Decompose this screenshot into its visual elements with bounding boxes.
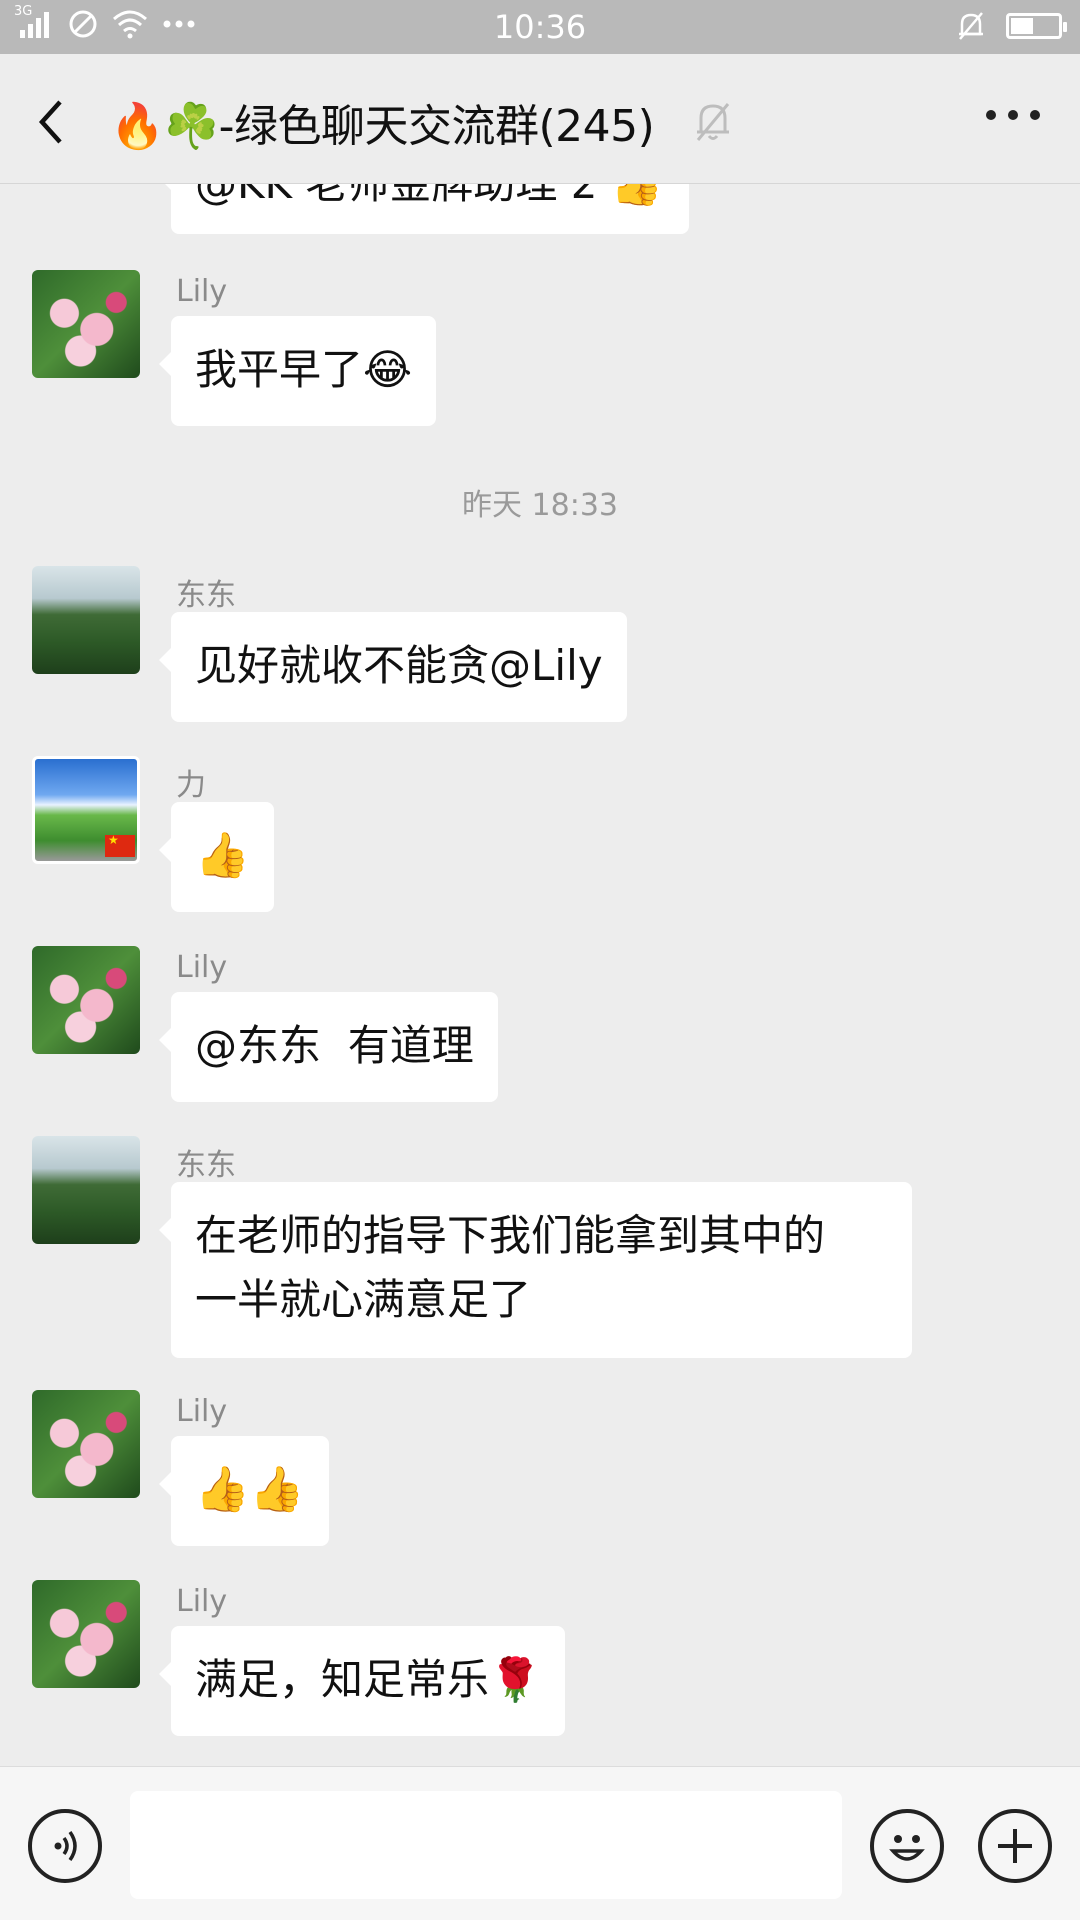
message-bubble[interactable]: 在老师的指导下我们能拿到其中的 一半就心满意足了 xyxy=(159,1182,912,1358)
message-bubble[interactable]: @东东 有道理 xyxy=(159,992,498,1102)
avatar[interactable] xyxy=(32,1390,140,1498)
avatar[interactable] xyxy=(32,1136,140,1244)
avatar[interactable] xyxy=(32,270,140,378)
message-bubble[interactable]: 满足，知足常乐🌹 xyxy=(158,1626,566,1736)
avatar[interactable] xyxy=(32,946,140,1054)
plus-icon xyxy=(998,1829,1032,1863)
title-text: -绿色聊天交流群(245) xyxy=(218,101,655,152)
message-bubble[interactable]: 👍 xyxy=(159,802,274,912)
battery-icon xyxy=(1006,13,1067,39)
sender-name: 东东 xyxy=(176,1148,236,1183)
muted-bell-icon xyxy=(696,103,730,141)
voice-icon xyxy=(54,1830,77,1862)
chat-messages[interactable]: @KK 老师金牌助理 2 👍 Lily 我平早了😂 昨天 18:33 东东 见好… xyxy=(0,184,1080,1766)
emoji-button[interactable] xyxy=(870,1809,944,1883)
sender-name: Lily xyxy=(176,1584,228,1619)
sender-name: Lily xyxy=(176,274,228,309)
avatar[interactable] xyxy=(32,756,140,864)
group-title: 🔥☘️-绿色聊天交流群(245) xyxy=(110,90,655,154)
message-bubble[interactable]: 见好就收不能贪@Lily xyxy=(159,612,627,722)
status-bar: 3G 10:36 xyxy=(0,0,1080,54)
mute-bell-icon xyxy=(959,12,983,40)
voice-input-button[interactable] xyxy=(28,1809,102,1883)
message-line: 在老师的指导下我们能拿到其中的 xyxy=(195,1211,826,1260)
sender-name: Lily xyxy=(176,1394,228,1429)
china-flag-icon xyxy=(105,833,135,857)
message-bubble[interactable]: @KK 老师金牌助理 2 👍 xyxy=(159,184,689,234)
sender-name: 东东 xyxy=(176,578,236,613)
time-divider: 昨天 18:33 xyxy=(462,488,618,523)
title-emoji: 🔥☘️ xyxy=(110,101,219,152)
status-right xyxy=(956,10,1067,42)
sender-name: 力 xyxy=(176,768,206,803)
avatar[interactable] xyxy=(32,566,140,674)
message-bubble[interactable]: 我平早了😂 xyxy=(158,316,437,426)
status-time: 10:36 xyxy=(493,8,587,46)
dot-icon xyxy=(986,110,996,120)
dot-icon xyxy=(1008,110,1018,120)
chat-header: 🔥☘️-绿色聊天交流群(245) xyxy=(0,54,1080,184)
sender-name: Lily xyxy=(176,950,228,985)
message-bubble[interactable]: 👍👍 xyxy=(159,1436,329,1546)
avatar[interactable] xyxy=(32,1580,140,1688)
message-line: 一半就心满意足了 xyxy=(195,1275,532,1324)
more-options-button[interactable] xyxy=(986,110,1040,120)
back-arrow-icon[interactable] xyxy=(30,92,80,152)
more-functions-button[interactable] xyxy=(978,1809,1052,1883)
dot-icon xyxy=(1030,110,1040,120)
smiley-icon xyxy=(889,1835,925,1861)
input-bar xyxy=(0,1766,1080,1920)
message-input[interactable] xyxy=(130,1791,842,1899)
